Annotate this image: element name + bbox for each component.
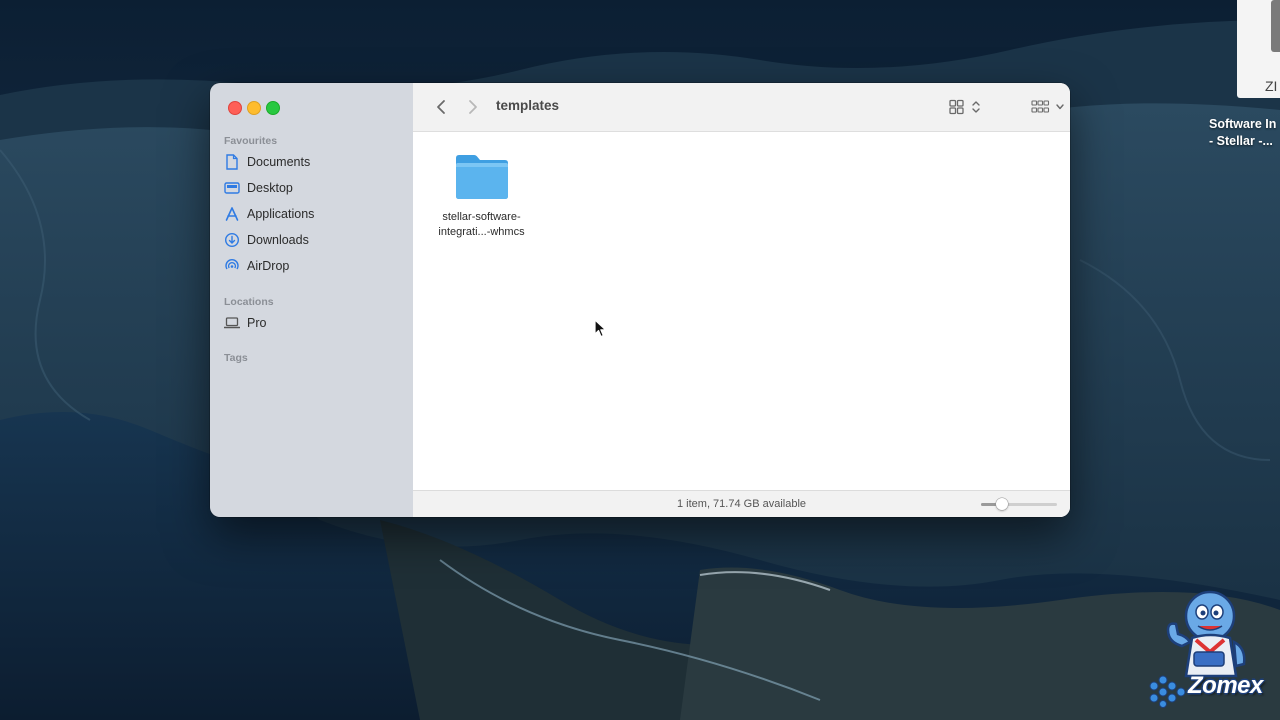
- desktop-zip-file-icon[interactable]: ZI: [1237, 0, 1280, 98]
- sidebar-item-label: Downloads: [247, 233, 309, 247]
- sidebar-item-label: Applications: [247, 207, 315, 221]
- sidebar-item-downloads[interactable]: Downloads: [224, 228, 404, 252]
- minimize-window-button[interactable]: [247, 101, 261, 115]
- zip-file-label: ZI: [1265, 78, 1278, 94]
- zoom-window-button[interactable]: [266, 101, 280, 115]
- finder-content: stellar-software- integrati...-whmcs: [413, 132, 1070, 490]
- view-mode-button[interactable]: [946, 95, 986, 119]
- desktop-icon: [224, 180, 240, 196]
- sidebar-item-airdrop[interactable]: AirDrop: [224, 254, 404, 278]
- sidebar-item-label: AirDrop: [247, 259, 290, 273]
- finder-main: templates stellar-software- integrati...…: [413, 83, 1070, 517]
- forward-button[interactable]: [463, 95, 483, 119]
- zip-strip: [1271, 0, 1280, 52]
- group-by-button[interactable]: [1031, 95, 1067, 119]
- folder-name-line2: integrati...-whmcs: [438, 226, 525, 238]
- zomex-mascot-logo: Zomex: [1146, 586, 1270, 710]
- desktop-file-name[interactable]: Software In - Stellar -...: [1209, 116, 1280, 150]
- sidebar-item-label: Pro: [247, 316, 267, 330]
- laptop-icon: [224, 315, 240, 331]
- applications-icon: [224, 206, 240, 222]
- desktop-file-name-line1: Software In: [1209, 117, 1277, 131]
- icon-view-grid-icon: [949, 99, 980, 115]
- sidebar-item-label: Desktop: [247, 181, 293, 195]
- status-text: 1 item, 71.74 GB available: [676, 498, 807, 510]
- window-title: templates: [496, 98, 560, 113]
- folder-name-line1: stellar-software-: [442, 211, 521, 223]
- folder-name: stellar-software- integrati...-whmcs: [428, 210, 535, 240]
- finder-toolbar: templates: [413, 83, 1070, 132]
- folder-icon: [455, 155, 508, 199]
- favourites-heading: Favourites: [224, 135, 278, 147]
- sidebar-item-applications[interactable]: Applications: [224, 202, 404, 226]
- icon-size-slider[interactable]: [981, 498, 1057, 510]
- airdrop-icon: [224, 258, 240, 274]
- finder-sidebar: Favourites Documents Desktop Application…: [210, 83, 413, 517]
- tags-heading: Tags: [224, 352, 248, 364]
- sidebar-item-label: Documents: [247, 155, 311, 169]
- chevron-right-icon: [469, 100, 477, 114]
- sidebar-item-pro[interactable]: Pro: [224, 311, 404, 335]
- mouse-cursor-icon: [594, 319, 608, 344]
- icon-size-slider-handle[interactable]: [995, 498, 1008, 510]
- desktop-file-name-line2: - Stellar -...: [1209, 134, 1273, 148]
- watermark-brand: Zomex: [1188, 672, 1263, 699]
- sidebar-item-desktop[interactable]: Desktop: [224, 176, 404, 200]
- group-grid-icon: [1031, 100, 1064, 113]
- close-window-button[interactable]: [228, 101, 242, 115]
- document-icon: [224, 154, 240, 170]
- locations-heading: Locations: [224, 296, 274, 308]
- folder-item[interactable]: stellar-software- integrati...-whmcs: [428, 152, 535, 240]
- finder-window: Favourites Documents Desktop Application…: [210, 83, 1070, 517]
- downloads-icon: [224, 232, 240, 248]
- status-bar: 1 item, 71.74 GB available: [413, 490, 1070, 517]
- sidebar-item-documents[interactable]: Documents: [224, 150, 404, 174]
- back-button[interactable]: [431, 95, 451, 119]
- chevron-left-icon: [437, 100, 445, 114]
